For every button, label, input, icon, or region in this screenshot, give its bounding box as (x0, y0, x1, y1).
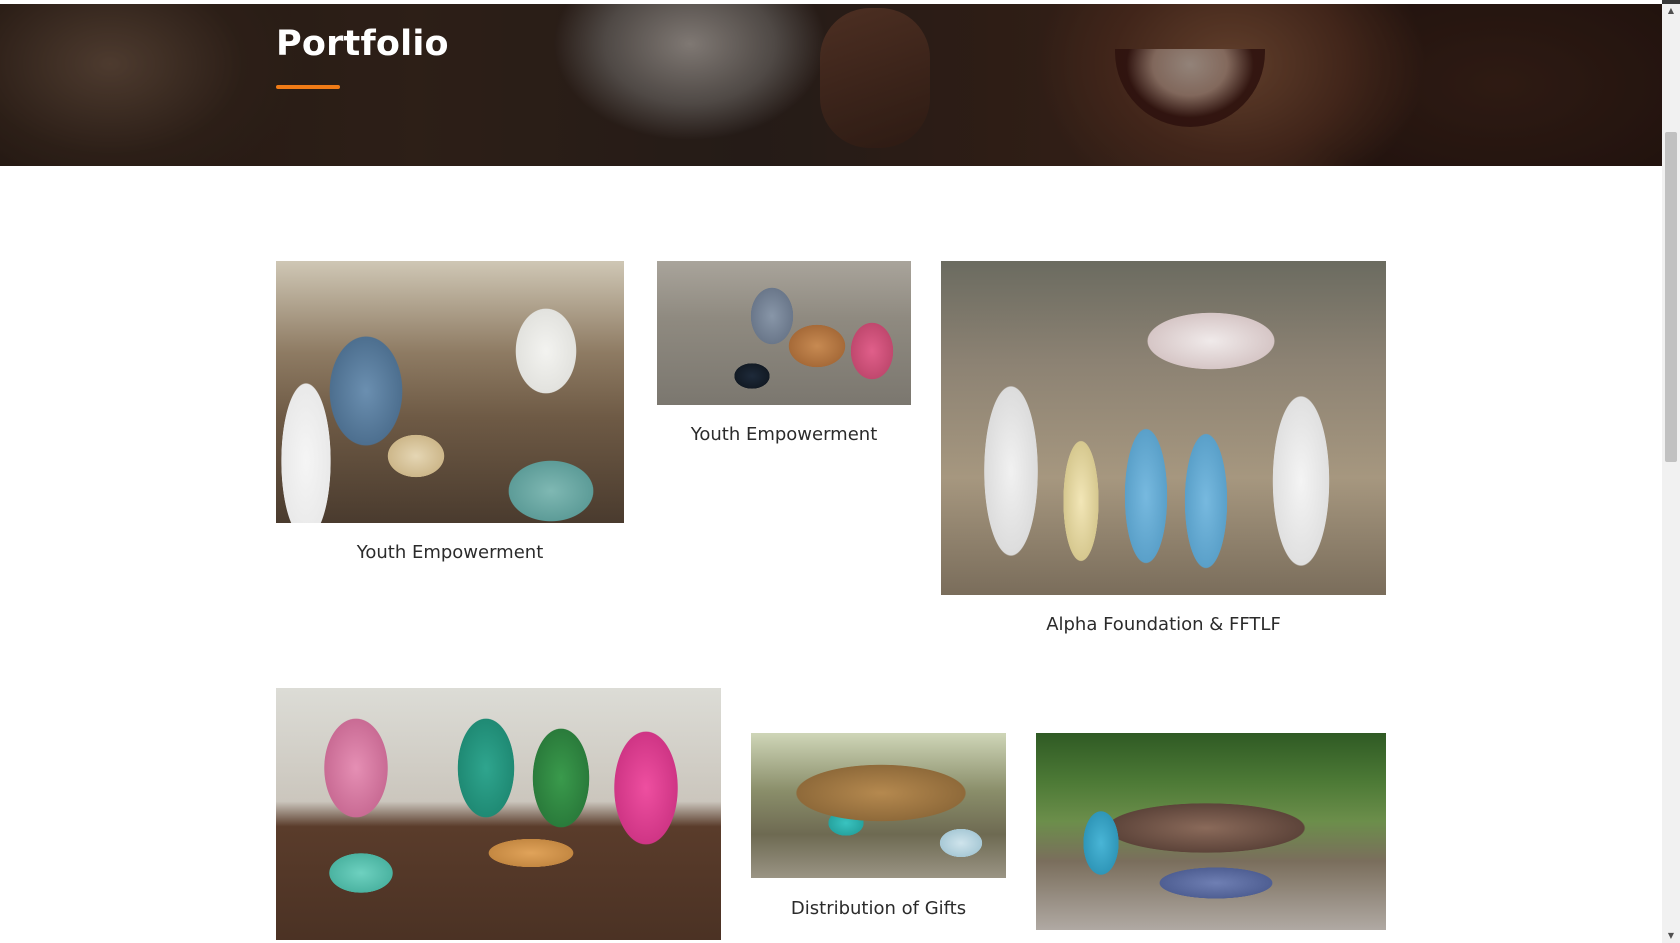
portfolio-image-group-donation[interactable] (941, 261, 1386, 595)
portfolio-caption[interactable]: Youth Empowerment (276, 542, 624, 563)
vertical-scrollbar[interactable]: ▲ ▼ (1662, 4, 1680, 943)
portfolio-image-children-gifts[interactable] (751, 733, 1006, 878)
scroll-up-icon[interactable]: ▲ (1662, 4, 1680, 18)
portfolio-image-girls-baking[interactable] (276, 688, 721, 940)
page-viewport: Portfolio Youth Empowerment Youth Empowe… (0, 0, 1662, 943)
portfolio-caption[interactable]: Alpha Foundation & FFTLF (941, 614, 1386, 635)
scrollbar-thumb[interactable] (1665, 132, 1677, 462)
hero-banner: Portfolio (0, 4, 1662, 166)
portfolio-image-youth-crafting[interactable] (657, 261, 911, 405)
portfolio-image-outdoor-distribution[interactable] (1036, 733, 1386, 930)
scroll-down-icon[interactable]: ▼ (1662, 929, 1680, 943)
page-title: Portfolio (276, 24, 449, 64)
hero-overlay (0, 4, 1662, 166)
portfolio-caption[interactable]: Youth Empowerment (657, 424, 911, 445)
portfolio-caption[interactable]: Distribution of Gifts (751, 898, 1006, 919)
portfolio-image-women-cooking[interactable] (276, 261, 624, 523)
title-accent-underline (276, 85, 340, 89)
